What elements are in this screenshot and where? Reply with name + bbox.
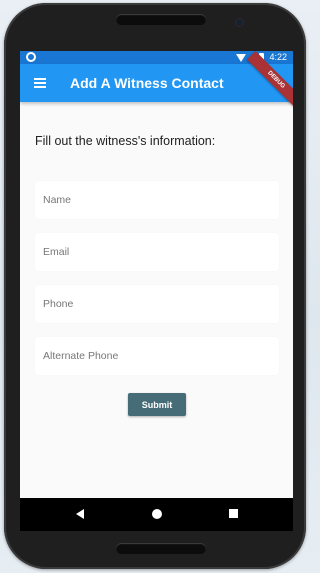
alternate-phone-field[interactable] bbox=[35, 337, 279, 375]
front-camera bbox=[236, 19, 243, 26]
email-input[interactable] bbox=[35, 233, 279, 271]
back-icon[interactable] bbox=[76, 509, 84, 519]
navigation-bar bbox=[20, 498, 293, 531]
home-icon[interactable] bbox=[152, 509, 162, 519]
alternate-phone-input[interactable] bbox=[35, 337, 279, 375]
status-time: 4:22 bbox=[269, 52, 287, 62]
email-field[interactable] bbox=[35, 233, 279, 271]
name-input[interactable] bbox=[35, 181, 279, 219]
app-screen: 4:22 Add A Witness Contact DEBUG Fill ou… bbox=[20, 51, 293, 498]
phone-input[interactable] bbox=[35, 285, 279, 323]
recents-icon[interactable] bbox=[229, 509, 238, 518]
submit-button[interactable]: Submit bbox=[128, 393, 186, 416]
bottom-speaker bbox=[116, 543, 206, 554]
name-field[interactable] bbox=[35, 181, 279, 219]
status-circle-icon bbox=[26, 52, 36, 62]
page-title: Add A Witness Contact bbox=[70, 75, 224, 91]
wifi-icon bbox=[236, 53, 247, 62]
app-bar: Add A Witness Contact DEBUG bbox=[20, 51, 293, 109]
phone-field[interactable] bbox=[35, 285, 279, 323]
menu-icon[interactable] bbox=[34, 78, 46, 88]
top-speaker bbox=[116, 14, 206, 25]
form-prompt: Fill out the witness's information: bbox=[35, 134, 216, 148]
